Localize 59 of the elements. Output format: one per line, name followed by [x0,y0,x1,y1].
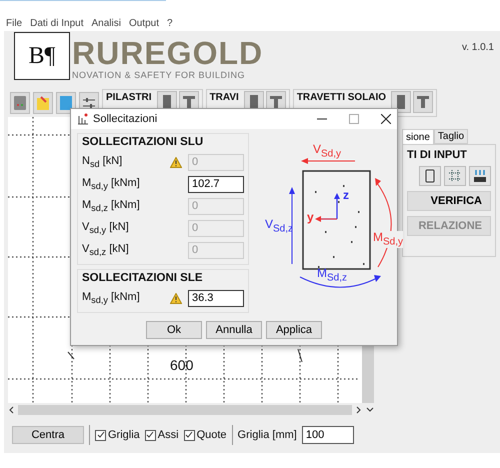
checkbox-label: Assi [158,429,179,441]
checkbox[interactable] [184,430,195,440]
field-label: N$_{sd}$ [kN] [82,154,124,170]
field-label: V$_{sd,y}$ [kN] [82,220,130,236]
section-title: SOLLECITAZIONI SLU [82,136,204,148]
axis-label: z [343,189,349,201]
section-title: SOLLECITAZIONI SLE [82,272,204,284]
shear-z-label: V$_{Sd,z}$ [265,218,294,236]
grid-size-field[interactable]: 100 [302,426,354,444]
field-label: V$_{sd,z}$ [kN] [82,242,130,258]
menu-item[interactable]: Dati di Input [30,18,84,28]
axis-label: y [307,211,314,223]
beam-icon[interactable] [413,91,434,113]
field-label: M$_{sd,y}$ [kNm] [82,176,141,192]
checkbox[interactable] [144,430,156,440]
logo-tagline: NOVATION & SAFETY FOR BUILDING [72,70,246,80]
group-label: TRAVI [210,92,239,103]
shear-y-arrow [301,158,356,164]
menu-item[interactable]: Output [128,18,159,28]
scroll-down-icon[interactable] [366,407,374,413]
menu-item[interactable]: File [6,18,22,28]
format-mark: B¶ [14,32,70,80]
checkbox[interactable] [95,430,106,440]
app-icon [77,113,89,125]
group-label: PILASTRI [106,92,152,103]
scroll-right-icon[interactable] [356,406,362,414]
value-field[interactable]: 36.3 [188,290,244,306]
dimension-label: 600 [170,357,194,373]
axis-drawing [315,193,340,222]
menu-item[interactable]: Analisi [92,18,121,28]
column-icon[interactable] [391,91,412,113]
version-label: v. 1.0.1 [462,42,494,53]
moment-z-label: M$_{Sd,z}$ [317,267,348,284]
dialog-title: Sollecitazioni [93,113,158,125]
tablet-icon[interactable] [419,166,441,186]
group-title: TI DI INPUT [407,149,468,161]
dialog-button[interactable]: Applica [266,321,322,339]
tab[interactable]: sione [402,129,434,144]
dialog-button[interactable]: Ok [146,321,202,339]
checkbox-label: Griglia [108,429,140,441]
dialog-button[interactable]: Annulla [206,321,262,339]
grid-size-label: Griglia [mm] [238,429,297,441]
logo-text: RUREGOLD [72,36,264,70]
grid-icon[interactable] [444,166,466,186]
load-icon[interactable] [469,166,491,186]
field-label: M$_{sd,z}$ [kNm] [82,198,141,214]
center-button[interactable]: Centra [12,426,84,444]
shear-y-label: V$_{Sd,y}$ [313,143,342,160]
action-button[interactable]: VERIFICA [407,191,491,211]
menu-item[interactable]: ? [167,18,173,28]
field-label: M$_{sd,y}$ [kNm] [82,290,141,306]
tab[interactable]: Taglio [434,129,468,144]
scroll-left-icon[interactable] [8,406,14,414]
moment-y-label: M$_{Sd,y}$ [373,231,404,248]
close-icon[interactable] [381,114,391,124]
group-label: TRAVETTI SOLAIO [296,92,386,103]
checkbox-label: Quote [196,429,227,441]
horizontal-scrollbar[interactable] [18,405,352,415]
value-field[interactable]: 102.7 [188,176,244,192]
